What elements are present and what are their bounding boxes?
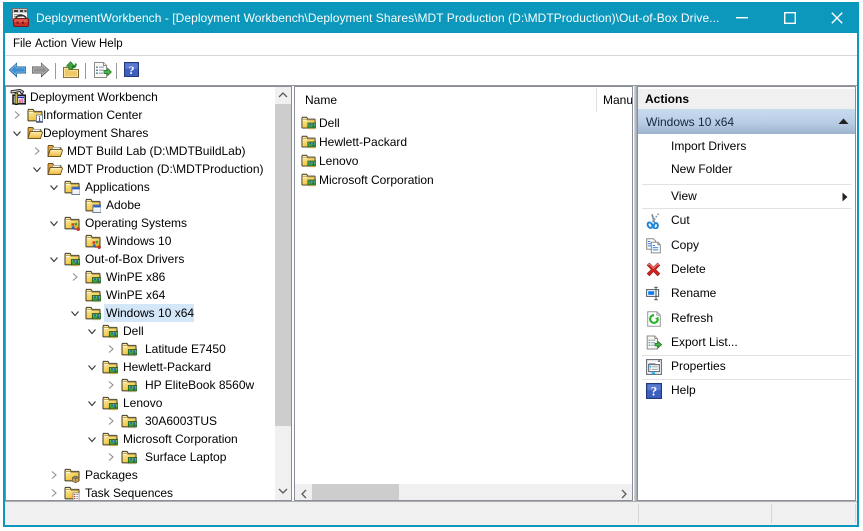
svg-text:?: ?: [651, 385, 657, 399]
svg-text:?: ?: [129, 63, 135, 77]
